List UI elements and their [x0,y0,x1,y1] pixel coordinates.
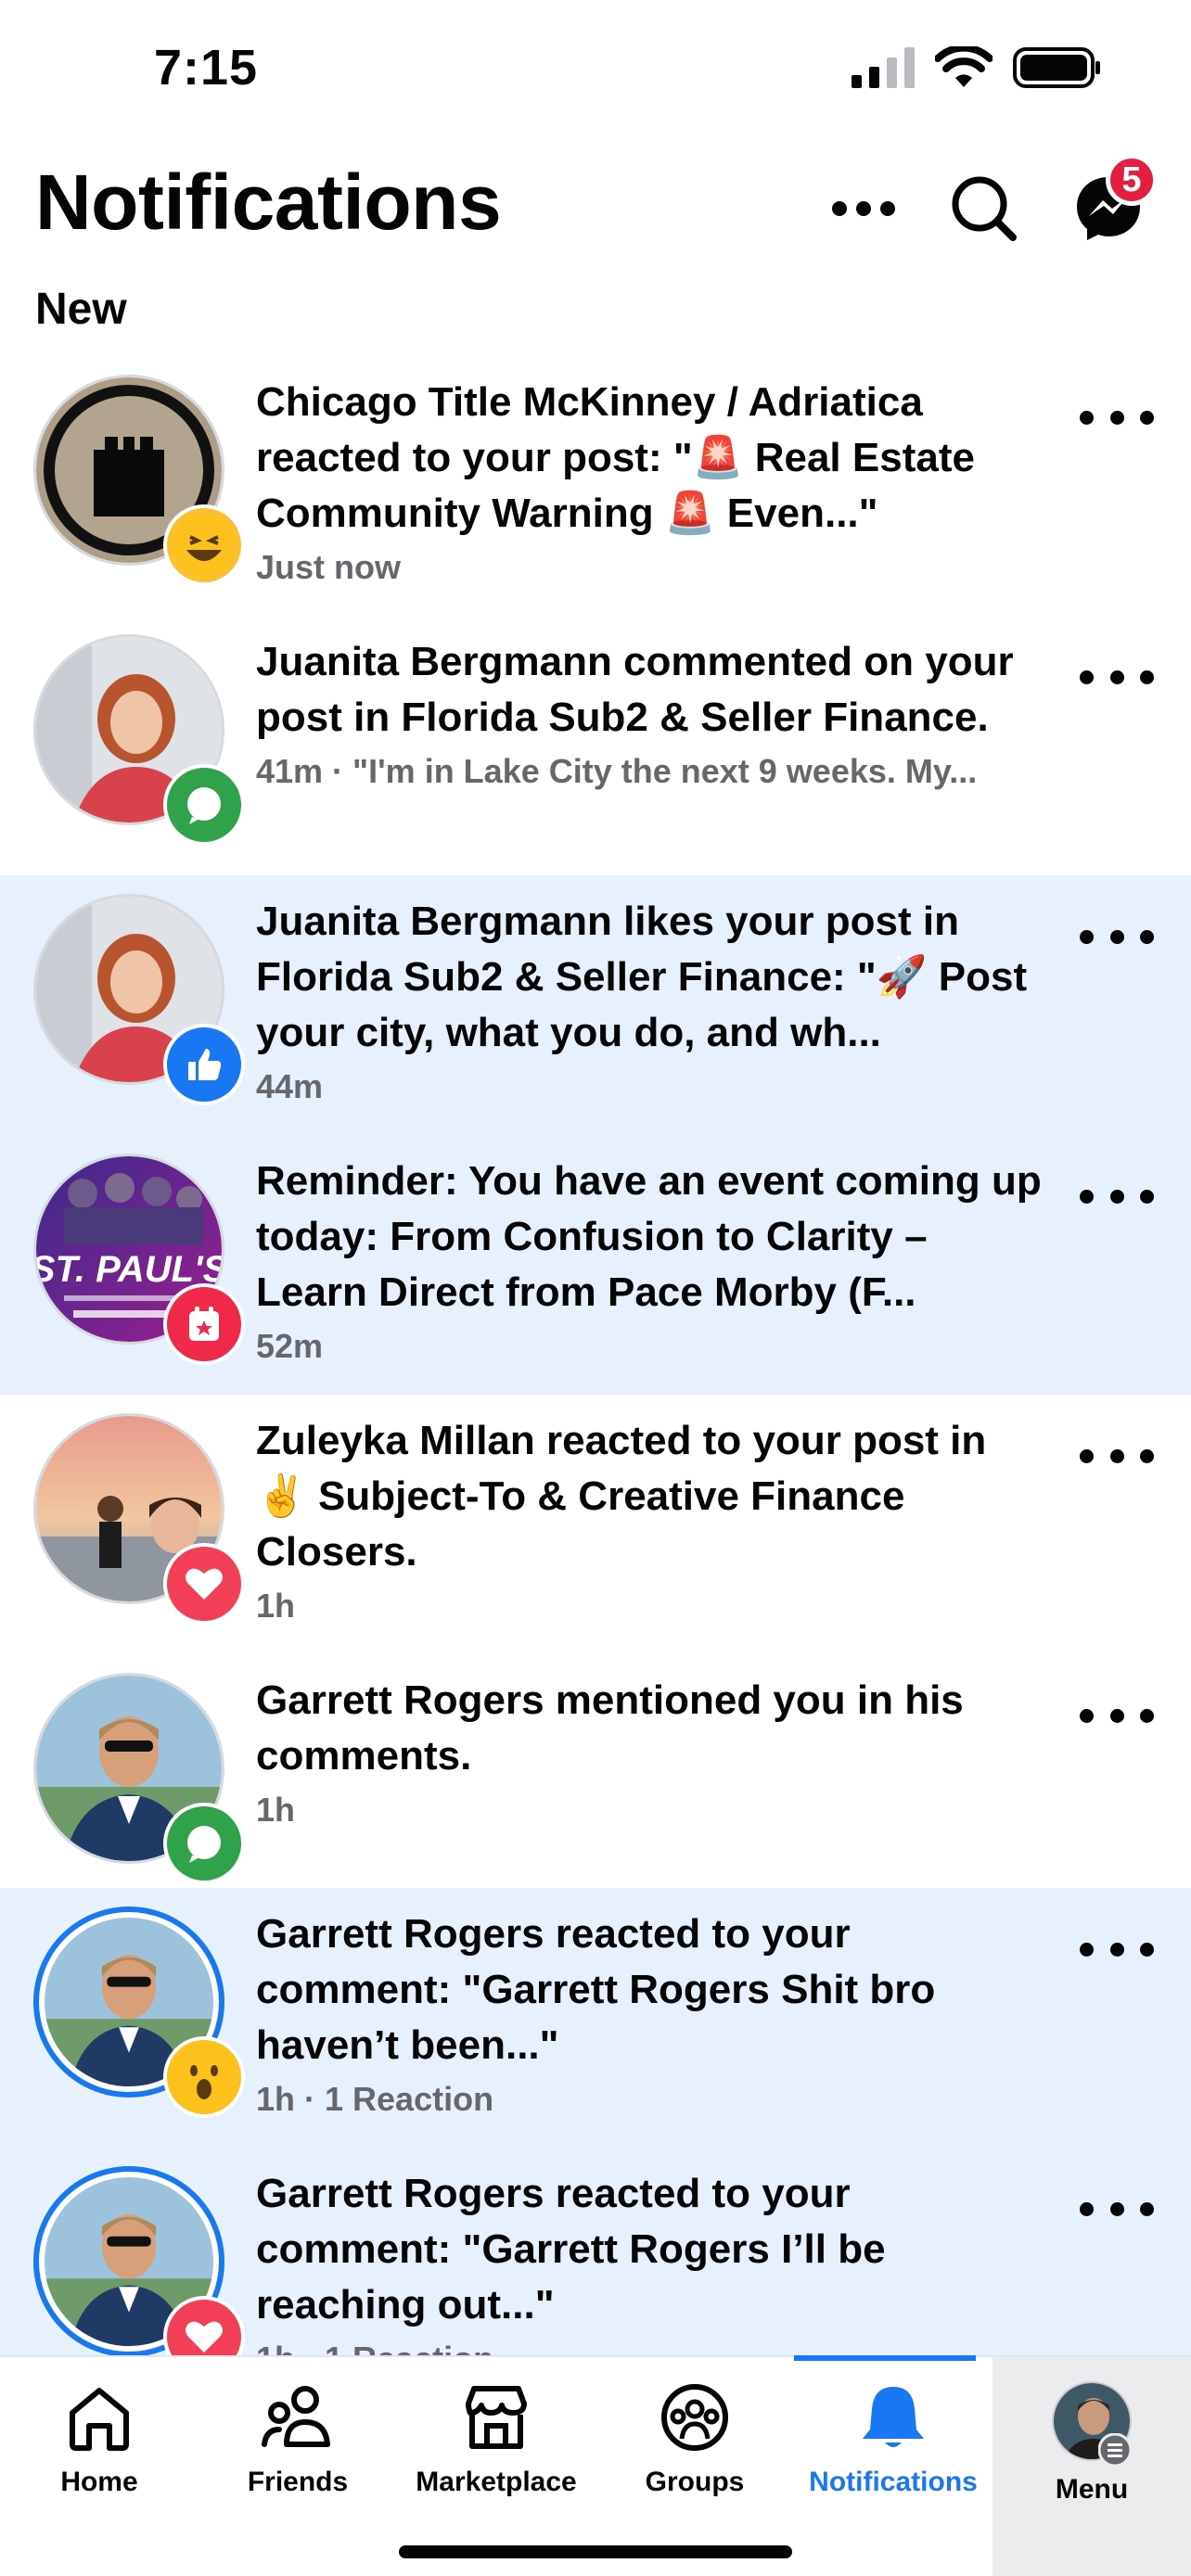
notification-item[interactable]: Garrett Rogers mentioned you in his comm… [0,1654,1191,1888]
notification-text: Garrett Rogers reacted to your comment: … [256,2171,886,2327]
bottom-tab-bar: Home Friends Marketplace Groups Notifica… [0,2355,1191,2576]
notification-time: 1h [256,1587,296,1625]
notification-more-button[interactable] [1080,1178,1154,1215]
tab-home[interactable]: Home [0,2357,198,2576]
tab-label: Friends [247,2467,349,2497]
notification-text: Juanita Bergmann commented on your post … [256,639,1014,740]
friends-icon [262,2386,330,2447]
more-options-button[interactable] [822,167,905,250]
home-icon [70,2388,129,2451]
notification-more-button[interactable] [1080,2190,1154,2227]
notification-time: 52m [256,1327,324,1365]
notification-time: 1h [256,1791,296,1829]
groups-icon [661,2384,728,2451]
status-icons [852,46,1102,89]
section-new-label: New [35,285,127,334]
notification-text: Reminder: You have an event coming up to… [256,1158,1042,1315]
notification-item[interactable]: ST. PAUL'S Reminder: You have an event c… [0,1135,1191,1395]
tab-label: Menu [1055,2474,1129,2505]
notification-item[interactable]: Garrett Rogers reacted to your comment: … [0,1888,1191,2148]
search-button[interactable] [942,167,1026,250]
tab-notifications[interactable]: Notifications [794,2355,992,2576]
notification-item[interactable]: Zuleyka Millan reacted to your post in ✌… [0,1395,1191,1654]
haha-reaction-icon [163,504,245,586]
notification-list: Chicago Title McKinney / Adriatica react… [0,356,1191,2355]
comment-reaction-icon [163,1803,245,1884]
tab-label: Groups [645,2467,745,2497]
wow-reaction-icon [163,2036,245,2118]
notification-text: Juanita Bergmann likes your post in Flor… [256,899,1028,1055]
cellular-signal-icon [852,47,915,88]
notification-time: 44m [256,1067,324,1105]
notification-more-button[interactable] [1080,918,1154,955]
tab-label: Marketplace [416,2467,577,2497]
notification-text: Chicago Title McKinney / Adriatica react… [256,379,975,536]
notification-item[interactable]: Chicago Title McKinney / Adriatica react… [0,356,1191,616]
like-reaction-icon [163,1024,245,1105]
notification-time: Just now [256,548,402,586]
status-time: 7:15 [154,40,259,96]
more-icon [832,201,895,216]
notification-time: 41m · "I'm in Lake City the next 9 weeks… [256,752,978,790]
notification-more-button[interactable] [1080,1437,1154,1474]
comment-reaction-icon [163,764,245,846]
tab-label: Home [60,2467,138,2497]
tab-friends[interactable]: Friends [198,2357,397,2576]
notification-more-button[interactable] [1080,658,1154,695]
love-reaction-icon [163,1543,245,1625]
notification-more-button[interactable] [1080,399,1154,436]
page-title: Notifications [35,159,502,246]
notification-time: 1h · 1 Reaction [256,2335,1044,2355]
page-header: Notifications 5 [0,139,1191,278]
notification-time: 1h · 1 Reaction [256,2080,494,2118]
notification-text: Zuleyka Millan reacted to your post in ✌… [256,1418,987,1575]
notification-text: Garrett Rogers reacted to your comment: … [256,1911,936,2068]
notification-text: Garrett Rogers mentioned you in his comm… [256,1677,964,1779]
messenger-button[interactable]: 5 [1067,154,1158,250]
battery-icon [1013,47,1100,88]
tab-marketplace[interactable]: Marketplace [397,2357,596,2576]
bell-icon [863,2387,924,2447]
marketplace-icon [466,2386,527,2449]
notification-item[interactable]: Garrett Rogers reacted to your comment: … [0,2148,1191,2355]
notification-more-button[interactable] [1080,1931,1154,1968]
tab-groups[interactable]: Groups [596,2357,794,2576]
status-bar: 7:15 [0,0,1191,139]
tab-label: Notifications [809,2467,978,2497]
event-reaction-icon [163,1283,245,1365]
home-indicator [399,2545,792,2558]
tab-menu[interactable]: Menu [992,2357,1191,2576]
notification-more-button[interactable] [1080,1697,1154,1734]
messenger-badge: 5 [1106,154,1158,206]
menu-lines-icon [1098,2433,1132,2467]
search-icon [952,176,1017,241]
notification-item[interactable]: Juanita Bergmann commented on your post … [0,616,1191,875]
notification-item[interactable]: Juanita Bergmann likes your post in Flor… [0,875,1191,1135]
wifi-icon [935,46,992,87]
